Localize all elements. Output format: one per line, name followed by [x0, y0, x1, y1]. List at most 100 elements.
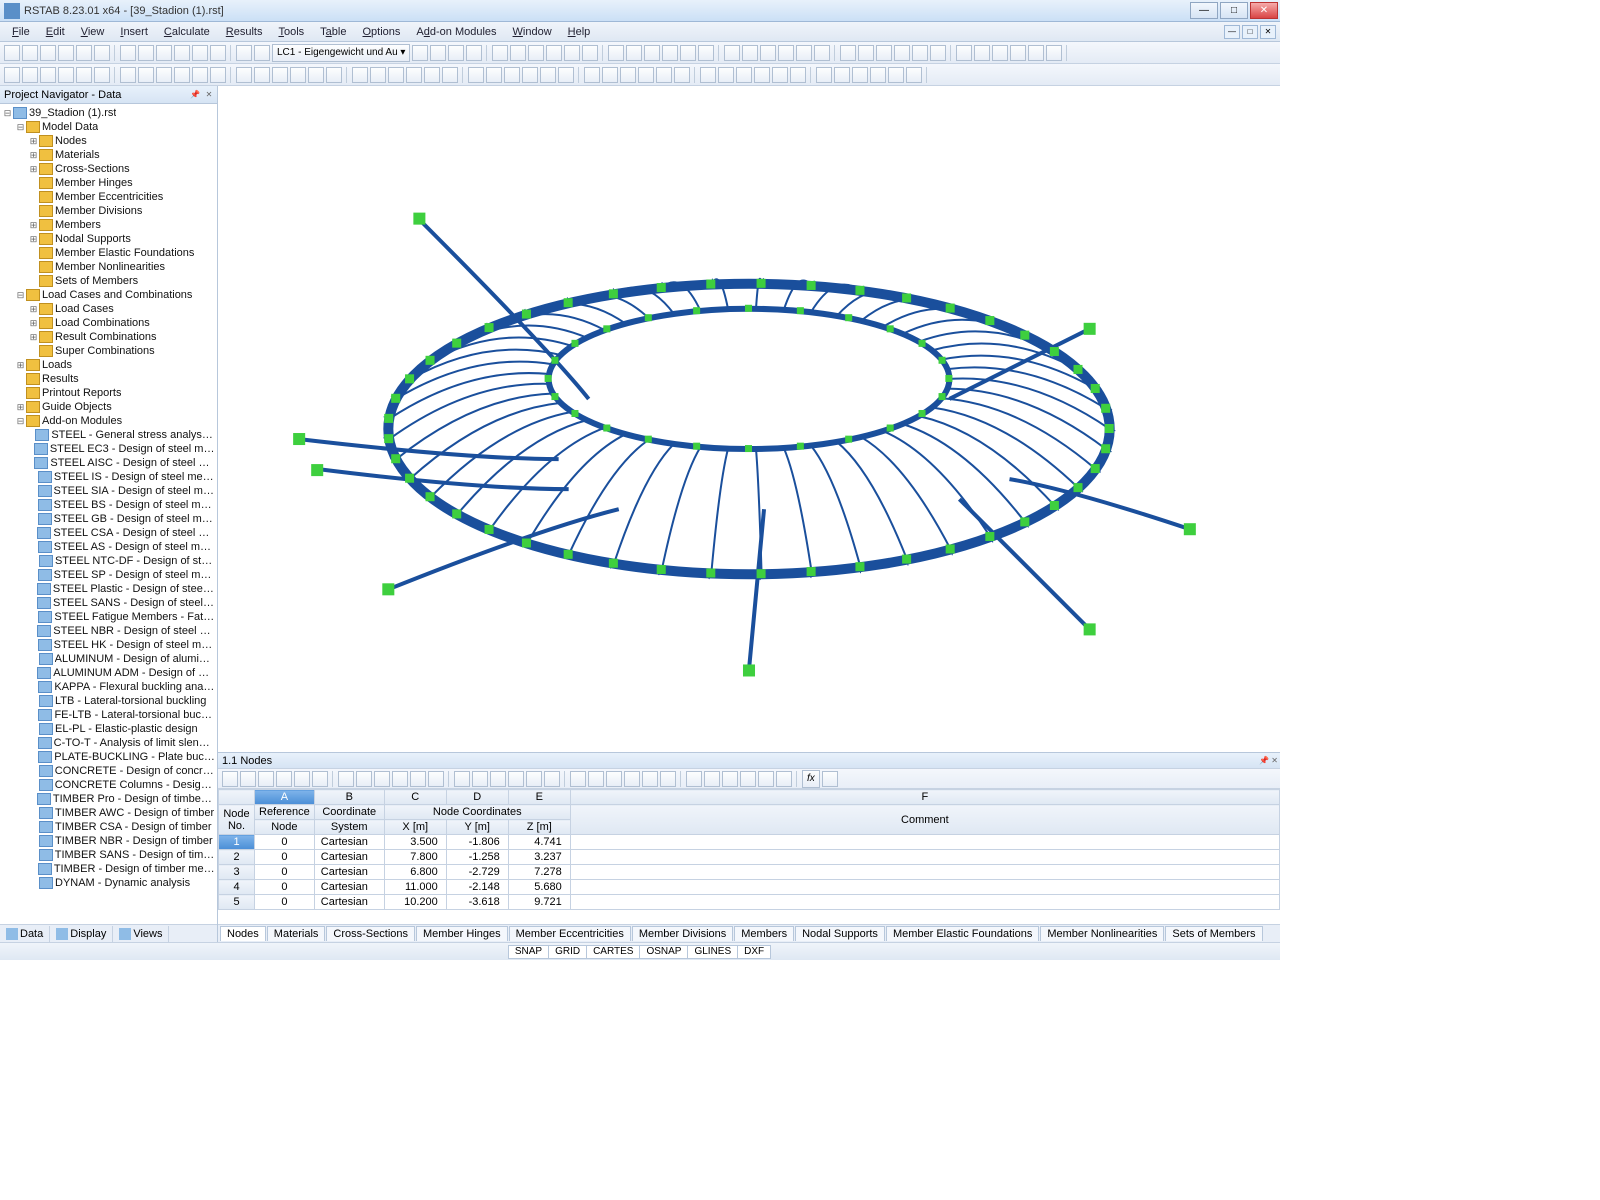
toolbar-button[interactable]	[22, 45, 38, 61]
toolbar-button[interactable]	[660, 771, 676, 787]
toolbar-button[interactable]	[638, 67, 654, 83]
row-number[interactable]: 2	[219, 850, 255, 865]
toolbar-button[interactable]	[486, 67, 502, 83]
tree-module[interactable]: STEEL CSA - Design of steel members	[0, 526, 217, 540]
cell-comment[interactable]	[570, 895, 1279, 910]
menu-calculate[interactable]: Calculate	[156, 24, 218, 40]
menu-options[interactable]: Options	[354, 24, 408, 40]
toolbar-button[interactable]	[796, 45, 812, 61]
toolbar-button[interactable]	[392, 771, 408, 787]
tree-module[interactable]: TIMBER SANS - Design of timber	[0, 848, 217, 862]
toolbar-button[interactable]	[174, 45, 190, 61]
status-dxf[interactable]: DXF	[737, 945, 771, 959]
tree-module[interactable]: STEEL BS - Design of steel members	[0, 498, 217, 512]
toolbar-button[interactable]	[724, 45, 740, 61]
toolbar-button[interactable]	[352, 67, 368, 83]
mdi-minimize[interactable]: —	[1224, 25, 1240, 39]
cell-system[interactable]: Cartesian	[314, 865, 384, 880]
toolbar-button[interactable]	[442, 67, 458, 83]
toolbar-button[interactable]	[4, 67, 20, 83]
tree-member-divisions[interactable]: Member Divisions	[0, 204, 217, 218]
tree-load-combinations[interactable]: ⊞Load Combinations	[0, 316, 217, 330]
toolbar-button[interactable]	[722, 771, 738, 787]
status-osnap[interactable]: OSNAP	[639, 945, 688, 959]
toolbar-button[interactable]	[272, 67, 288, 83]
cell-comment[interactable]	[570, 850, 1279, 865]
toolbar-button[interactable]	[448, 45, 464, 61]
toolbar-button[interactable]	[906, 67, 922, 83]
tree-module[interactable]: STEEL AS - Design of steel members	[0, 540, 217, 554]
toolbar-button[interactable]	[326, 67, 342, 83]
tree-module[interactable]: KAPPA - Flexural buckling analysis	[0, 680, 217, 694]
tree-module[interactable]: STEEL EC3 - Design of steel members acco…	[0, 442, 217, 456]
minimize-button[interactable]: —	[1190, 2, 1218, 19]
cell-x[interactable]: 7.800	[384, 850, 446, 865]
toolbar-button[interactable]	[528, 45, 544, 61]
toolbar-button[interactable]	[772, 67, 788, 83]
toolbar-button[interactable]	[642, 771, 658, 787]
tree-module[interactable]: STEEL Plastic - Design of steel members	[0, 582, 217, 596]
tree-load-cases[interactable]: ⊞Load Cases	[0, 302, 217, 316]
toolbar-button[interactable]	[240, 771, 256, 787]
tree-module[interactable]: STEEL HK - Design of steel members	[0, 638, 217, 652]
col-a[interactable]: A	[255, 790, 315, 805]
tree-module[interactable]: STEEL AISC - Design of steel members acc…	[0, 456, 217, 470]
cell-system[interactable]: Cartesian	[314, 835, 384, 850]
table-tab-member-elastic-foundations[interactable]: Member Elastic Foundations	[886, 926, 1039, 941]
toolbar-button[interactable]	[704, 771, 720, 787]
tree-module[interactable]: STEEL NTC-DF - Design of steel	[0, 554, 217, 568]
toolbar-button[interactable]	[356, 771, 372, 787]
toolbar-button[interactable]	[76, 67, 92, 83]
toolbar-button[interactable]	[544, 771, 560, 787]
toolbar-button[interactable]	[758, 771, 774, 787]
row-number[interactable]: 1	[219, 835, 255, 850]
close-button[interactable]: ✕	[1250, 2, 1278, 19]
toolbar-button[interactable]	[912, 45, 928, 61]
toolbar-button[interactable]	[564, 45, 580, 61]
tree-load-cases[interactable]: ⊟Load Cases and Combinations	[0, 288, 217, 302]
toolbar-button[interactable]	[254, 45, 270, 61]
table-row[interactable]: 5 0 Cartesian 10.200 -3.618 9.721	[219, 895, 1280, 910]
toolbar-button[interactable]	[370, 67, 386, 83]
cell-system[interactable]: Cartesian	[314, 880, 384, 895]
tree-results[interactable]: Results	[0, 372, 217, 386]
cell-ref[interactable]: 0	[255, 895, 315, 910]
toolbar-button[interactable]	[22, 67, 38, 83]
tree-module[interactable]: TIMBER CSA - Design of timber	[0, 820, 217, 834]
tree-nodal-supports[interactable]: ⊞Nodal Supports	[0, 232, 217, 246]
tree-guide[interactable]: ⊞Guide Objects	[0, 400, 217, 414]
navigator-tab-display[interactable]: Display	[50, 926, 113, 942]
row-number[interactable]: 3	[219, 865, 255, 880]
cell-system[interactable]: Cartesian	[314, 895, 384, 910]
toolbar-button[interactable]	[588, 771, 604, 787]
formula-button[interactable]	[822, 771, 838, 787]
cell-y[interactable]: -2.729	[446, 865, 508, 880]
toolbar-button[interactable]	[388, 67, 404, 83]
toolbar-button[interactable]	[680, 45, 696, 61]
toolbar-button[interactable]	[894, 45, 910, 61]
col-d[interactable]: D	[446, 790, 508, 805]
tree-module[interactable]: PLATE-BUCKLING - Plate buckling	[0, 750, 217, 764]
toolbar-button[interactable]	[526, 771, 542, 787]
toolbar-button[interactable]	[888, 67, 904, 83]
toolbar-button[interactable]	[626, 45, 642, 61]
status-glines[interactable]: GLINES	[687, 945, 738, 959]
tree-printout[interactable]: Printout Reports	[0, 386, 217, 400]
status-grid[interactable]: GRID	[548, 945, 587, 959]
toolbar-button[interactable]	[686, 771, 702, 787]
toolbar-button[interactable]	[974, 45, 990, 61]
menu-window[interactable]: Window	[505, 24, 560, 40]
toolbar-button[interactable]	[430, 45, 446, 61]
toolbar-button[interactable]	[606, 771, 622, 787]
toolbar-button[interactable]	[700, 67, 716, 83]
toolbar-button[interactable]	[138, 45, 154, 61]
toolbar-button[interactable]	[508, 771, 524, 787]
mdi-close[interactable]: ✕	[1260, 25, 1276, 39]
col-b[interactable]: B	[314, 790, 384, 805]
tree-model-data[interactable]: ⊟Model Data	[0, 120, 217, 134]
cell-x[interactable]: 3.500	[384, 835, 446, 850]
tree-module[interactable]: TIMBER AWC - Design of timber	[0, 806, 217, 820]
toolbar-button[interactable]	[644, 45, 660, 61]
nodes-table[interactable]: A B C D E F NodeNo. Reference Coordinate…	[218, 789, 1280, 924]
toolbar-button[interactable]	[570, 771, 586, 787]
